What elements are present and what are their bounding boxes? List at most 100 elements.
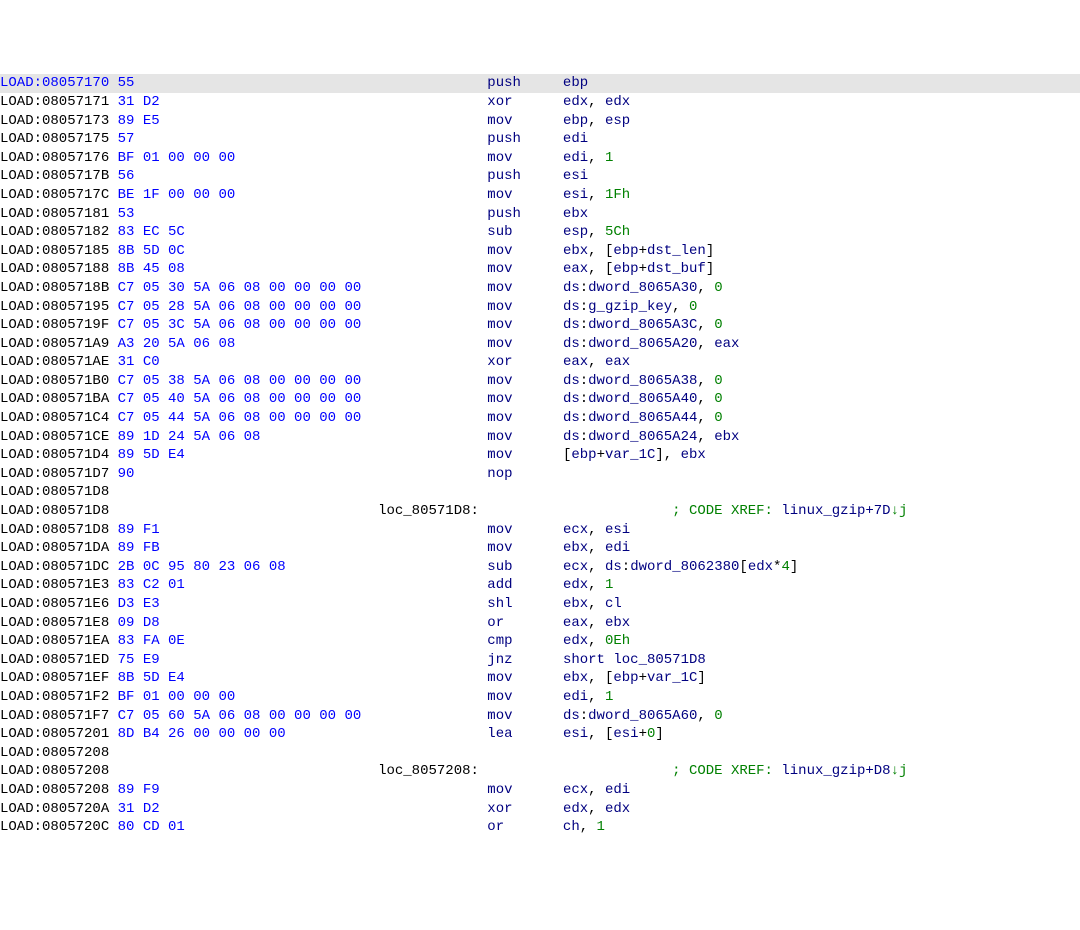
- operand-identifier[interactable]: dword_8065A38: [588, 373, 697, 389]
- line-address[interactable]: LOAD:08057171: [0, 94, 109, 110]
- disasm-line[interactable]: LOAD:080571F2 BF 01 00 00 00 mov edi, 1: [0, 688, 1080, 707]
- disasm-line[interactable]: LOAD:08057208: [0, 744, 1080, 763]
- line-address[interactable]: LOAD:080571ED: [0, 652, 109, 668]
- disasm-line[interactable]: LOAD:08057171 31 D2 xor edx, edx: [0, 93, 1080, 112]
- disasm-line[interactable]: LOAD:08057176 BF 01 00 00 00 mov edi, 1: [0, 149, 1080, 168]
- line-address[interactable]: LOAD:08057181: [0, 206, 109, 222]
- disasm-line[interactable]: LOAD:08057201 8D B4 26 00 00 00 00 lea e…: [0, 725, 1080, 744]
- line-address[interactable]: LOAD:080571E3: [0, 577, 109, 593]
- line-address[interactable]: LOAD:08057201: [0, 726, 109, 742]
- disasm-line[interactable]: LOAD:080571BA C7 05 40 5A 06 08 00 00 00…: [0, 390, 1080, 409]
- line-address[interactable]: LOAD:080571DA: [0, 540, 109, 556]
- operand-identifier[interactable]: dword_8065A60: [588, 708, 697, 724]
- disasm-line[interactable]: LOAD:080571DA 89 FB mov ebx, edi: [0, 539, 1080, 558]
- xref-symbol[interactable]: linux_gzip+7D: [781, 503, 890, 519]
- line-address[interactable]: LOAD:08057195: [0, 299, 109, 315]
- disasm-line[interactable]: LOAD:0805718B C7 05 30 5A 06 08 00 00 00…: [0, 279, 1080, 298]
- disasm-line[interactable]: LOAD:08057208 89 F9 mov ecx, edi: [0, 781, 1080, 800]
- operand-identifier[interactable]: dword_8062380: [630, 559, 739, 575]
- code-label[interactable]: loc_8057208:: [378, 763, 479, 779]
- disasm-line[interactable]: LOAD:080571D8 loc_80571D8: ; CODE XREF: …: [0, 502, 1080, 521]
- disasm-line[interactable]: LOAD:08057181 53 push ebx: [0, 205, 1080, 224]
- disasm-line[interactable]: LOAD:0805717B 56 push esi: [0, 167, 1080, 186]
- line-address[interactable]: LOAD:0805717C: [0, 187, 109, 203]
- line-address[interactable]: LOAD:08057176: [0, 150, 109, 166]
- disasm-line[interactable]: LOAD:080571B0 C7 05 38 5A 06 08 00 00 00…: [0, 372, 1080, 391]
- line-address[interactable]: LOAD:0805720C: [0, 819, 109, 835]
- disasm-line[interactable]: LOAD:080571D4 89 5D E4 mov [ebp+var_1C],…: [0, 446, 1080, 465]
- line-address[interactable]: LOAD:0805720A: [0, 801, 109, 817]
- disasm-line[interactable]: LOAD:080571C4 C7 05 44 5A 06 08 00 00 00…: [0, 409, 1080, 428]
- disasm-line[interactable]: LOAD:08057185 8B 5D 0C mov ebx, [ebp+dst…: [0, 242, 1080, 261]
- line-address[interactable]: LOAD:08057175: [0, 131, 109, 147]
- operand-identifier[interactable]: loc_80571D8: [613, 652, 705, 668]
- line-address[interactable]: LOAD:0805719F: [0, 317, 109, 333]
- line-address[interactable]: LOAD:08057188: [0, 261, 109, 277]
- line-address[interactable]: LOAD:080571AE: [0, 354, 109, 370]
- disasm-line[interactable]: LOAD:080571E8 09 D8 or eax, ebx: [0, 614, 1080, 633]
- disasm-line[interactable]: LOAD:08057173 89 E5 mov ebp, esp: [0, 112, 1080, 131]
- line-address[interactable]: LOAD:080571D7: [0, 466, 109, 482]
- line-address[interactable]: LOAD:08057185: [0, 243, 109, 259]
- disasm-line[interactable]: LOAD:08057170 55 push ebp: [0, 74, 1080, 93]
- line-address[interactable]: LOAD:080571D4: [0, 447, 109, 463]
- operand-identifier[interactable]: var_1C: [647, 670, 697, 686]
- line-address[interactable]: LOAD:080571CE: [0, 429, 109, 445]
- disasm-line[interactable]: LOAD:08057208 loc_8057208: ; CODE XREF: …: [0, 762, 1080, 781]
- line-address[interactable]: LOAD:080571EA: [0, 633, 109, 649]
- disasm-line[interactable]: LOAD:080571CE 89 1D 24 5A 06 08 mov ds:d…: [0, 428, 1080, 447]
- operand-identifier[interactable]: dst_buf: [647, 261, 706, 277]
- code-label[interactable]: loc_80571D8:: [378, 503, 479, 519]
- disasm-line[interactable]: LOAD:08057195 C7 05 28 5A 06 08 00 00 00…: [0, 298, 1080, 317]
- operand-identifier[interactable]: dword_8065A40: [588, 391, 697, 407]
- operand-identifier[interactable]: dword_8065A30: [588, 280, 697, 296]
- line-address[interactable]: LOAD:080571A9: [0, 336, 109, 352]
- disasm-line[interactable]: LOAD:08057182 83 EC 5C sub esp, 5Ch: [0, 223, 1080, 242]
- operand-identifier[interactable]: dst_len: [647, 243, 706, 259]
- disasm-line[interactable]: LOAD:080571D7 90 nop: [0, 465, 1080, 484]
- disasm-line[interactable]: LOAD:080571EF 8B 5D E4 mov ebx, [ebp+var…: [0, 669, 1080, 688]
- line-address[interactable]: LOAD:08057182: [0, 224, 109, 240]
- line-address[interactable]: LOAD:080571F2: [0, 689, 109, 705]
- line-address[interactable]: LOAD:08057170: [0, 75, 109, 91]
- line-address[interactable]: LOAD:080571BA: [0, 391, 109, 407]
- line-address[interactable]: LOAD:08057208: [0, 782, 109, 798]
- line-address[interactable]: LOAD:080571B0: [0, 373, 109, 389]
- line-address[interactable]: LOAD:080571E8: [0, 615, 109, 631]
- line-address[interactable]: LOAD:08057208: [0, 745, 109, 761]
- disasm-line[interactable]: LOAD:080571DC 2B 0C 95 80 23 06 08 sub e…: [0, 558, 1080, 577]
- line-address[interactable]: LOAD:080571D8: [0, 522, 109, 538]
- disasm-line[interactable]: LOAD:080571D8 89 F1 mov ecx, esi: [0, 521, 1080, 540]
- disasm-line[interactable]: LOAD:08057188 8B 45 08 mov eax, [ebp+dst…: [0, 260, 1080, 279]
- operand-identifier[interactable]: dword_8065A20: [588, 336, 697, 352]
- operand-identifier[interactable]: dword_8065A44: [588, 410, 697, 426]
- line-address[interactable]: LOAD:080571F7: [0, 708, 109, 724]
- disasm-line[interactable]: LOAD:0805720A 31 D2 xor edx, edx: [0, 800, 1080, 819]
- operand-identifier[interactable]: dword_8065A3C: [588, 317, 697, 333]
- operand-identifier[interactable]: g_gzip_key: [588, 299, 672, 315]
- line-address[interactable]: LOAD:080571DC: [0, 559, 109, 575]
- disasm-line[interactable]: LOAD:080571E3 83 C2 01 add edx, 1: [0, 576, 1080, 595]
- line-address[interactable]: LOAD:0805718B: [0, 280, 109, 296]
- disasm-line[interactable]: LOAD:080571EA 83 FA 0E cmp edx, 0Eh: [0, 632, 1080, 651]
- disasm-line[interactable]: LOAD:080571AE 31 C0 xor eax, eax: [0, 353, 1080, 372]
- disasm-line[interactable]: LOAD:0805719F C7 05 3C 5A 06 08 00 00 00…: [0, 316, 1080, 335]
- disassembly-view[interactable]: LOAD:08057170 55 push ebpLOAD:08057171 3…: [0, 74, 1080, 836]
- line-address[interactable]: LOAD:0805717B: [0, 168, 109, 184]
- line-address[interactable]: LOAD:080571EF: [0, 670, 109, 686]
- disasm-line[interactable]: LOAD:0805717C BE 1F 00 00 00 mov esi, 1F…: [0, 186, 1080, 205]
- xref-symbol[interactable]: linux_gzip+D8: [781, 763, 890, 779]
- disasm-line[interactable]: LOAD:08057175 57 push edi: [0, 130, 1080, 149]
- disasm-line[interactable]: LOAD:080571E6 D3 E3 shl ebx, cl: [0, 595, 1080, 614]
- line-address[interactable]: LOAD:080571D8: [0, 503, 109, 519]
- disasm-line[interactable]: LOAD:080571A9 A3 20 5A 06 08 mov ds:dwor…: [0, 335, 1080, 354]
- operand-identifier[interactable]: var_1C: [605, 447, 655, 463]
- disasm-line[interactable]: LOAD:080571ED 75 E9 jnz short loc_80571D…: [0, 651, 1080, 670]
- disasm-line[interactable]: LOAD:080571D8: [0, 483, 1080, 502]
- line-address[interactable]: LOAD:080571E6: [0, 596, 109, 612]
- line-address[interactable]: LOAD:080571C4: [0, 410, 109, 426]
- operand-identifier[interactable]: dword_8065A24: [588, 429, 697, 445]
- line-address[interactable]: LOAD:08057173: [0, 113, 109, 129]
- line-address[interactable]: LOAD:080571D8: [0, 484, 109, 500]
- line-address[interactable]: LOAD:08057208: [0, 763, 109, 779]
